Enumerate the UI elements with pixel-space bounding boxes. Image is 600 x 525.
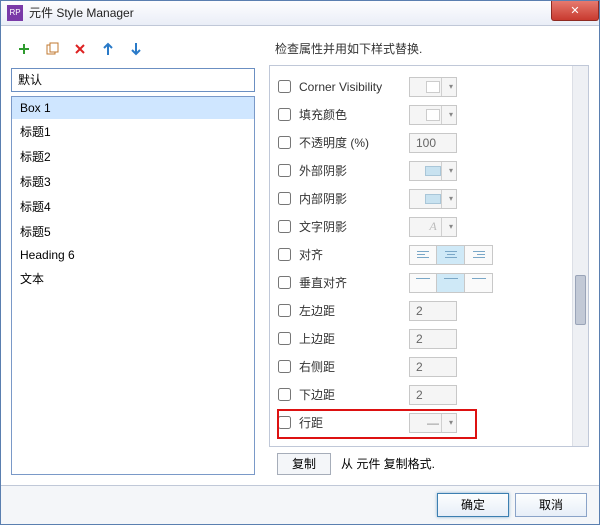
prop-row-valign: 垂直对齐	[278, 270, 568, 296]
text_shadow-checkbox[interactable]	[278, 220, 291, 233]
valign-middle-button[interactable]	[437, 273, 465, 293]
delete-icon[interactable]	[73, 42, 87, 56]
style-item[interactable]: 标题3	[12, 169, 254, 194]
style-item[interactable]: Heading 6	[12, 244, 254, 266]
corner_visibility-checkbox[interactable]	[278, 80, 291, 93]
copy-row: 复制 从 元件 复制格式.	[269, 447, 589, 475]
prop-row-margin_top: 上边距	[278, 326, 568, 352]
valign-group[interactable]	[409, 273, 493, 293]
style-item[interactable]: 标题4	[12, 194, 254, 219]
prop-row-margin_left: 左边距	[278, 298, 568, 324]
margin_left-input[interactable]	[409, 301, 457, 321]
left-pane: Box 1标题1标题2标题3标题4标题5Heading 6文本	[11, 36, 255, 475]
prop-row-opacity: 不透明度 (%)	[278, 130, 568, 156]
fill_color-control[interactable]: ▾	[409, 105, 457, 125]
prop-row-corner_visibility: Corner Visibility▾	[278, 74, 568, 100]
scrollbar[interactable]	[572, 66, 588, 446]
close-button[interactable]: ✕	[551, 1, 599, 21]
prop-row-text_shadow: 文字阴影A▾	[278, 214, 568, 240]
inner_shadow-control[interactable]: ▾	[409, 189, 457, 209]
style-manager-window: RP 元件 Style Manager ✕ Box 1标题1标题2标题3标题4标…	[0, 0, 600, 525]
align-left-button[interactable]	[409, 245, 437, 265]
margin_top-input[interactable]	[409, 329, 457, 349]
outer_shadow-label: 外部阴影	[299, 162, 409, 179]
prop-row-margin_right: 右侧距	[278, 354, 568, 380]
valign-top-button[interactable]	[409, 273, 437, 293]
prop-row-line_spacing: 行距—▾	[278, 410, 568, 436]
prop-row-align: 对齐	[278, 242, 568, 268]
opacity-input[interactable]	[409, 133, 457, 153]
valign-bottom-button[interactable]	[465, 273, 493, 293]
fill_color-checkbox[interactable]	[278, 108, 291, 121]
align-label: 对齐	[299, 246, 409, 263]
copy-hint: 从 元件 复制格式.	[341, 455, 435, 472]
corner_visibility-label: Corner Visibility	[299, 80, 409, 94]
align-right-button[interactable]	[465, 245, 493, 265]
margin_right-input[interactable]	[409, 357, 457, 377]
window-title: 元件 Style Manager	[29, 4, 134, 21]
margin_top-label: 上边距	[299, 330, 409, 347]
app-icon: RP	[7, 5, 23, 21]
outer_shadow-checkbox[interactable]	[278, 164, 291, 177]
line-spacing-control[interactable]: —▾	[409, 413, 457, 433]
text_shadow-control[interactable]: A▾	[409, 217, 457, 237]
prop-row-fill_color: 填充颜色▾	[278, 102, 568, 128]
right-header: 检查属性并用如下样式替换.	[269, 36, 589, 65]
titlebar: RP 元件 Style Manager ✕	[1, 1, 599, 26]
inner_shadow-checkbox[interactable]	[278, 192, 291, 205]
add-icon[interactable]	[17, 42, 31, 56]
style-list[interactable]: Box 1标题1标题2标题3标题4标题5Heading 6文本	[11, 96, 255, 475]
cancel-button[interactable]: 取消	[515, 493, 587, 517]
copy-icon[interactable]	[45, 42, 59, 56]
margin_bottom-input[interactable]	[409, 385, 457, 405]
style-item[interactable]: 标题5	[12, 219, 254, 244]
properties-panel: Corner Visibility▾填充颜色▾不透明度 (%)外部阴影▾内部阴影…	[269, 65, 589, 447]
valign-label: 垂直对齐	[299, 274, 409, 291]
search-input[interactable]	[11, 68, 255, 92]
halign-group[interactable]	[409, 245, 493, 265]
align-center-button[interactable]	[437, 245, 465, 265]
margin_right-label: 右侧距	[299, 358, 409, 375]
margin_left-label: 左边距	[299, 302, 409, 319]
opacity-label: 不透明度 (%)	[299, 134, 409, 151]
right-pane: 检查属性并用如下样式替换. Corner Visibility▾填充颜色▾不透明…	[269, 36, 589, 475]
copy-button[interactable]: 复制	[277, 453, 331, 475]
prop-row-outer_shadow: 外部阴影▾	[278, 158, 568, 184]
align-checkbox[interactable]	[278, 248, 291, 261]
prop-row-inner_shadow: 内部阴影▾	[278, 186, 568, 212]
inner_shadow-label: 内部阴影	[299, 190, 409, 207]
fill_color-label: 填充颜色	[299, 106, 409, 123]
opacity-checkbox[interactable]	[278, 136, 291, 149]
margin_top-checkbox[interactable]	[278, 332, 291, 345]
margin_bottom-label: 下边距	[299, 386, 409, 403]
content-area: Box 1标题1标题2标题3标题4标题5Heading 6文本 检查属性并用如下…	[1, 26, 599, 485]
style-item[interactable]: 标题2	[12, 144, 254, 169]
text_shadow-label: 文字阴影	[299, 218, 409, 235]
move-down-icon[interactable]	[129, 42, 143, 56]
outer_shadow-control[interactable]: ▾	[409, 161, 457, 181]
style-item[interactable]: Box 1	[12, 97, 254, 119]
line_spacing-checkbox[interactable]	[278, 416, 291, 429]
ok-button[interactable]: 确定	[437, 493, 509, 517]
margin_bottom-checkbox[interactable]	[278, 388, 291, 401]
properties-scroll: Corner Visibility▾填充颜色▾不透明度 (%)外部阴影▾内部阴影…	[278, 74, 568, 438]
line_spacing-label: 行距	[299, 414, 409, 431]
corner_visibility-control[interactable]: ▾	[409, 77, 457, 97]
style-item[interactable]: 标题1	[12, 119, 254, 144]
style-item[interactable]: 文本	[12, 266, 254, 291]
scrollbar-thumb[interactable]	[575, 275, 586, 325]
prop-row-margin_bottom: 下边距	[278, 382, 568, 408]
margin_left-checkbox[interactable]	[278, 304, 291, 317]
margin_right-checkbox[interactable]	[278, 360, 291, 373]
footer: 确定 取消	[1, 485, 599, 524]
valign-checkbox[interactable]	[278, 276, 291, 289]
move-up-icon[interactable]	[101, 42, 115, 56]
left-toolbar	[11, 36, 255, 62]
